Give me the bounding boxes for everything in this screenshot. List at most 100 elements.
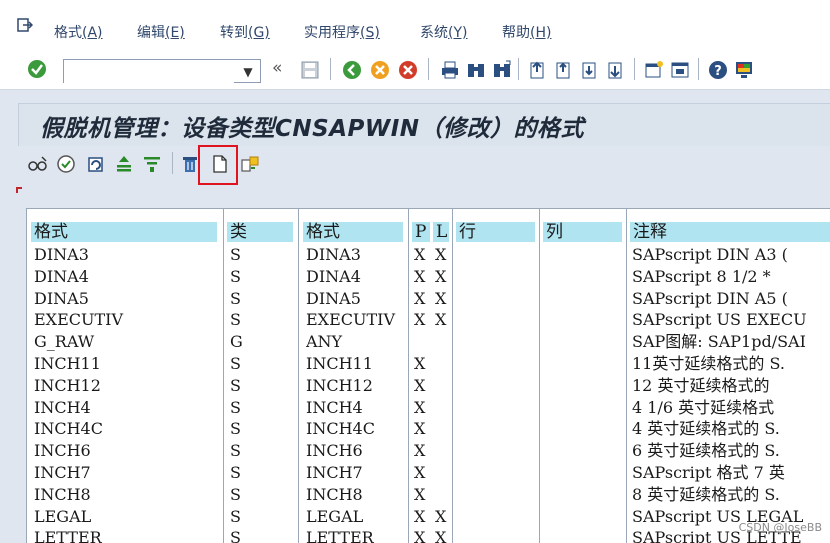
menu-item-accelerator: (S) <box>360 25 380 41</box>
menu-item-label: 格式 <box>54 25 82 41</box>
menu-item-accelerator: (A) <box>82 25 103 41</box>
cell-format2: INCH4 <box>306 397 363 417</box>
display-change-glasses-icon[interactable] <box>28 154 48 174</box>
help-icon[interactable]: ? <box>708 60 728 80</box>
last-page-icon[interactable] <box>606 60 626 80</box>
menu-item-accelerator: (Y) <box>448 25 468 41</box>
cell-format: G_RAW <box>34 332 95 352</box>
menu-item-a[interactable]: 格式(A) <box>54 22 103 42</box>
column-header-format[interactable]: 格式 <box>31 222 217 242</box>
exit-icon[interactable] <box>370 60 390 80</box>
page-title: 假脱机管理：设备类型CNSAPWIN（修改）的格式 <box>40 116 585 142</box>
marker-corner <box>16 187 18 193</box>
customize-layout-icon[interactable] <box>734 60 754 80</box>
cell-type: G <box>230 332 243 352</box>
filter-icon[interactable] <box>142 154 162 174</box>
cell-format2: LEGAL <box>306 506 364 526</box>
cell-format: INCH6 <box>34 441 91 461</box>
cell-p: X <box>414 484 426 504</box>
cell-type: S <box>230 441 241 461</box>
cell-p: X <box>414 397 426 417</box>
cell-comment: SAPscript DIN A5 ( <box>632 288 788 308</box>
enter-checkmark-icon[interactable] <box>27 59 47 79</box>
cell-format: DINA4 <box>34 266 89 286</box>
cell-p: X <box>414 245 426 264</box>
column-header-type[interactable]: 类 <box>227 222 293 242</box>
column-header-format2[interactable]: 格式 <box>303 222 403 242</box>
cell-format2: INCH11 <box>306 354 373 373</box>
next-page-icon[interactable] <box>580 60 600 80</box>
column-header-row[interactable]: 行 <box>456 222 535 242</box>
cell-format: INCH8 <box>34 484 91 504</box>
column-header-p[interactable]: P <box>412 222 430 242</box>
print-icon[interactable] <box>440 60 460 80</box>
cell-comment: 11英寸延续格式的 S. <box>632 354 785 373</box>
menu-item-s[interactable]: 实用程序(S) <box>304 22 380 42</box>
collapse-chevron-icon[interactable]: « <box>272 58 282 78</box>
cell-type: S <box>230 463 241 482</box>
cell-l: X <box>435 245 447 264</box>
find-icon[interactable] <box>466 60 486 80</box>
cell-type: S <box>230 310 241 330</box>
first-page-icon[interactable] <box>528 60 548 80</box>
refresh-icon[interactable] <box>86 154 106 174</box>
cell-l: X <box>435 310 447 330</box>
menu-item-label: 编辑 <box>137 25 165 41</box>
previous-page-icon[interactable] <box>554 60 574 80</box>
delete-trash-icon[interactable] <box>180 154 200 174</box>
save-icon[interactable] <box>300 60 320 80</box>
cell-format2: LETTER <box>306 528 374 543</box>
menu-exit-icon[interactable] <box>17 18 33 32</box>
back-icon[interactable] <box>342 60 362 80</box>
menu-item-e[interactable]: 编辑(E) <box>137 22 185 42</box>
cell-p: X <box>414 310 426 330</box>
shortcut-icon[interactable] <box>670 60 690 80</box>
cell-p: X <box>414 463 426 482</box>
cell-type: S <box>230 506 241 526</box>
menu-item-y[interactable]: 系统(Y) <box>420 22 467 42</box>
cell-type: S <box>230 266 241 286</box>
column-header-col[interactable]: 列 <box>543 222 622 242</box>
cell-p: X <box>414 419 426 439</box>
cell-comment: SAPscript 8 1/2 * <box>632 266 771 286</box>
create-session-icon[interactable] <box>644 60 664 80</box>
cell-comment: 4 1/6 英寸延续格式 <box>632 397 775 417</box>
cell-type: S <box>230 419 241 439</box>
cell-format: LEGAL <box>34 506 92 526</box>
cell-format: INCH4 <box>34 397 91 417</box>
cell-format2: ANY <box>306 332 343 352</box>
command-dropdown-icon[interactable]: ▼ <box>238 64 258 80</box>
cell-comment: SAPscript 格式 7 英 <box>632 463 785 482</box>
cell-comment: SAP图解: SAP1pd/SAI <box>632 332 806 352</box>
menu-item-g[interactable]: 转到(G) <box>220 22 270 42</box>
menu-bar <box>0 0 830 48</box>
cell-format: DINA3 <box>34 245 89 264</box>
find-next-icon[interactable] <box>492 60 512 80</box>
cell-format2: DINA4 <box>306 266 361 286</box>
menu-item-h[interactable]: 帮助(H) <box>502 22 551 42</box>
cell-p: X <box>414 266 426 286</box>
check-icon[interactable] <box>56 154 76 174</box>
application-toolbar <box>18 146 830 186</box>
cell-type: S <box>230 484 241 504</box>
cell-l: X <box>435 266 447 286</box>
cell-format: LETTER <box>34 528 102 543</box>
command-field[interactable] <box>63 59 261 83</box>
cell-comment: SAPscript US EXECU <box>632 310 807 330</box>
cancel-icon[interactable] <box>398 60 418 80</box>
cell-format: INCH4C <box>34 419 103 439</box>
column-header-comment[interactable]: 注释 <box>630 222 830 242</box>
cell-p: X <box>414 506 426 526</box>
cell-format2: DINA5 <box>306 288 361 308</box>
command-input[interactable] <box>64 60 234 83</box>
cell-l: X <box>435 288 447 308</box>
cell-type: S <box>230 397 241 417</box>
cell-format2: DINA3 <box>306 245 361 264</box>
menu-item-accelerator: (E) <box>165 25 185 41</box>
column-header-l[interactable]: L <box>433 222 449 242</box>
copy-document-icon[interactable] <box>240 154 260 174</box>
menu-item-label: 系统 <box>420 25 448 41</box>
cell-comment: 4 英寸延续格式的 S. <box>632 419 780 439</box>
cell-type: S <box>230 375 241 395</box>
sort-ascending-icon[interactable] <box>114 154 134 174</box>
